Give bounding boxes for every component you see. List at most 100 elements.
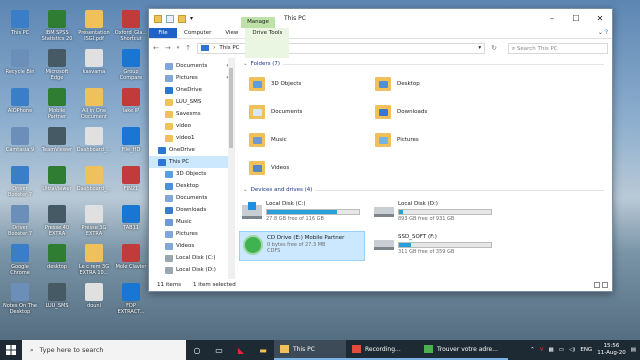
- cortana-icon[interactable]: ○: [186, 340, 208, 360]
- large-icons-view-icon[interactable]: [602, 282, 608, 288]
- minimize-button[interactable]: –: [540, 9, 564, 28]
- nav-item[interactable]: 3D Objects: [149, 168, 234, 180]
- folder-item[interactable]: Documents: [249, 98, 375, 126]
- up-arrow-icon[interactable]: ↑: [185, 44, 191, 52]
- drive-item[interactable]: Local Disk (D:) 893 GB free of 931 GB: [371, 198, 497, 228]
- nav-item[interactable]: Local Disk (D:): [149, 264, 234, 276]
- nav-item[interactable]: Documents✦: [149, 60, 234, 72]
- refresh-icon[interactable]: ↻: [491, 44, 497, 52]
- taskbar-search-box[interactable]: ⌕ Type here to search: [22, 340, 186, 360]
- start-button[interactable]: [0, 340, 22, 360]
- nav-item-this-pc[interactable]: This PC: [149, 156, 234, 168]
- properties-icon[interactable]: [166, 14, 174, 23]
- nav-scrollbar[interactable]: [228, 58, 234, 279]
- app-red-icon[interactable]: ◣: [230, 340, 252, 360]
- folder-item[interactable]: Pictures: [375, 126, 501, 154]
- tab-computer[interactable]: Computer: [177, 28, 218, 38]
- nav-item[interactable]: Music: [149, 216, 234, 228]
- task-view-icon[interactable]: ▭: [208, 340, 230, 360]
- expand-ribbon-icon[interactable]: ⌄: [598, 29, 603, 36]
- address-dropdown-icon[interactable]: ▾: [478, 45, 481, 51]
- desktop-icon[interactable]: File_HD: [113, 127, 149, 153]
- folder-item[interactable]: 3D Objects: [249, 70, 375, 98]
- notifications-icon[interactable]: ▤: [631, 347, 636, 353]
- folders-section-header[interactable]: ⌄ Folders (7): [235, 58, 612, 70]
- drive-item[interactable]: SSD_SOFT (F:) 311 GB free of 359 GB: [371, 231, 497, 261]
- file-explorer-taskbar-icon[interactable]: ▬: [252, 340, 274, 360]
- details-view-icon[interactable]: [594, 282, 600, 288]
- desktop-icon[interactable]: Presse 3G EXTRA: [76, 205, 112, 237]
- manage-context-tab[interactable]: Manage: [241, 17, 275, 28]
- drive-item[interactable]: Local Disk (C:) 27.8 GB free of 116 GB: [239, 198, 365, 228]
- desktop-icon[interactable]: kasvama: [76, 49, 112, 75]
- battery-icon[interactable]: ▭: [559, 347, 564, 353]
- desktop-icon[interactable]: FIN21: [113, 166, 149, 192]
- desktop-icon[interactable]: Dashboard_...: [76, 127, 112, 153]
- nav-item[interactable]: Documents: [149, 192, 234, 204]
- nav-item[interactable]: Desktop: [149, 180, 234, 192]
- taskbar-app[interactable]: Trouver votre adre...: [418, 340, 508, 360]
- desktop-icon[interactable]: Recycle Bin: [2, 49, 38, 75]
- desktop-icon[interactable]: IBM SPSS Statistics 20: [39, 10, 75, 42]
- new-folder-icon[interactable]: [178, 14, 186, 23]
- clock[interactable]: 15:56 11-Aug-20: [597, 343, 626, 357]
- maximize-button[interactable]: ☐: [564, 9, 588, 28]
- desktop-icon[interactable]: Mole Clavier: [113, 244, 149, 270]
- breadcrumb-this-pc[interactable]: This PC: [219, 45, 239, 51]
- nav-scrollbar-thumb[interactable]: [229, 68, 233, 148]
- folder-item[interactable]: Desktop: [375, 70, 501, 98]
- search-input[interactable]: ⌕ Search This PC: [508, 42, 608, 54]
- nav-item[interactable]: Savesms: [149, 108, 234, 120]
- recent-chevron-icon[interactable]: ▾: [177, 45, 180, 51]
- desktop-icon[interactable]: UltraViewer: [39, 166, 75, 192]
- desktop-icon[interactable]: lake IP: [113, 88, 149, 114]
- taskbar-app[interactable]: This PC: [274, 340, 346, 360]
- desktop-icon[interactable]: This PC: [2, 10, 38, 36]
- desktop-icon[interactable]: TAB11: [113, 205, 149, 231]
- language-indicator[interactable]: ENG: [580, 347, 592, 353]
- desktop-icon[interactable]: LUU_SMS: [39, 283, 75, 309]
- desktop-icon[interactable]: Camtasia 9: [2, 127, 38, 153]
- desktop-icon[interactable]: Group Compare: [113, 49, 149, 81]
- chevron-down-icon[interactable]: ▾: [190, 15, 198, 23]
- tab-file[interactable]: File: [149, 28, 177, 38]
- tab-drive-tools[interactable]: Drive Tools: [245, 28, 290, 58]
- desktop-icon[interactable]: Driver Booster 7: [2, 205, 38, 237]
- close-button[interactable]: ✕: [588, 9, 612, 28]
- desktop-icon[interactable]: Le c rem 3G EXTRA 10...: [76, 244, 112, 276]
- nav-item[interactable]: Local Disk (C:): [149, 252, 234, 264]
- desktop-icon[interactable]: douni: [76, 283, 112, 309]
- desktop-icon[interactable]: Google Chrome: [2, 244, 38, 276]
- desktop-icon[interactable]: Driver Booster 7: [2, 166, 38, 198]
- tab-view[interactable]: View: [218, 28, 245, 38]
- folder-item[interactable]: Music: [249, 126, 375, 154]
- desktop-icon[interactable]: Oxford_Gla... Shortcut: [113, 10, 149, 42]
- desktop-icon[interactable]: Microsoft Edge: [39, 49, 75, 81]
- nav-item[interactable]: LUU_SMS: [149, 96, 234, 108]
- desktop-icon[interactable]: Mobile Partner: [39, 88, 75, 120]
- nav-item[interactable]: Pictures: [149, 228, 234, 240]
- nav-item[interactable]: Downloads: [149, 204, 234, 216]
- desktop-icon[interactable]: FDP EXTRACT...: [113, 283, 149, 315]
- nav-item[interactable]: video: [149, 120, 234, 132]
- network-icon[interactable]: ▦: [549, 347, 554, 353]
- nav-item[interactable]: video1: [149, 132, 234, 144]
- tray-chevron-icon[interactable]: ⌃: [530, 347, 535, 353]
- desktop-icon[interactable]: Notes On The Desktop: [2, 283, 38, 315]
- help-icon[interactable]: ?: [605, 29, 608, 36]
- title-bar[interactable]: ▾ Manage This PC – ☐ ✕: [149, 9, 612, 28]
- nav-item[interactable]: Videos: [149, 240, 234, 252]
- desktop-icon[interactable]: Présentation ISGI.pdf: [76, 10, 112, 42]
- nav-item[interactable]: Pictures✦: [149, 72, 234, 84]
- address-bar[interactable]: › This PC ▾: [197, 42, 486, 54]
- drive-item[interactable]: CD Drive (E:) Mobile Partner 0 bytes free…: [239, 231, 365, 261]
- desktop-icon[interactable]: Dashboard_...: [76, 166, 112, 192]
- desktop-icon[interactable]: AIOPhone: [2, 88, 38, 114]
- desktop-icon[interactable]: All in One Document: [76, 88, 112, 120]
- tray-app-icon[interactable]: V: [540, 347, 544, 353]
- taskbar-app[interactable]: Recording...: [346, 340, 418, 360]
- nav-item-onedrive[interactable]: OneDrive: [149, 144, 234, 156]
- drives-section-header[interactable]: ⌄ Devices and drives (4): [235, 184, 612, 196]
- folder-item[interactable]: Downloads: [375, 98, 501, 126]
- volume-icon[interactable]: ◁): [569, 347, 575, 353]
